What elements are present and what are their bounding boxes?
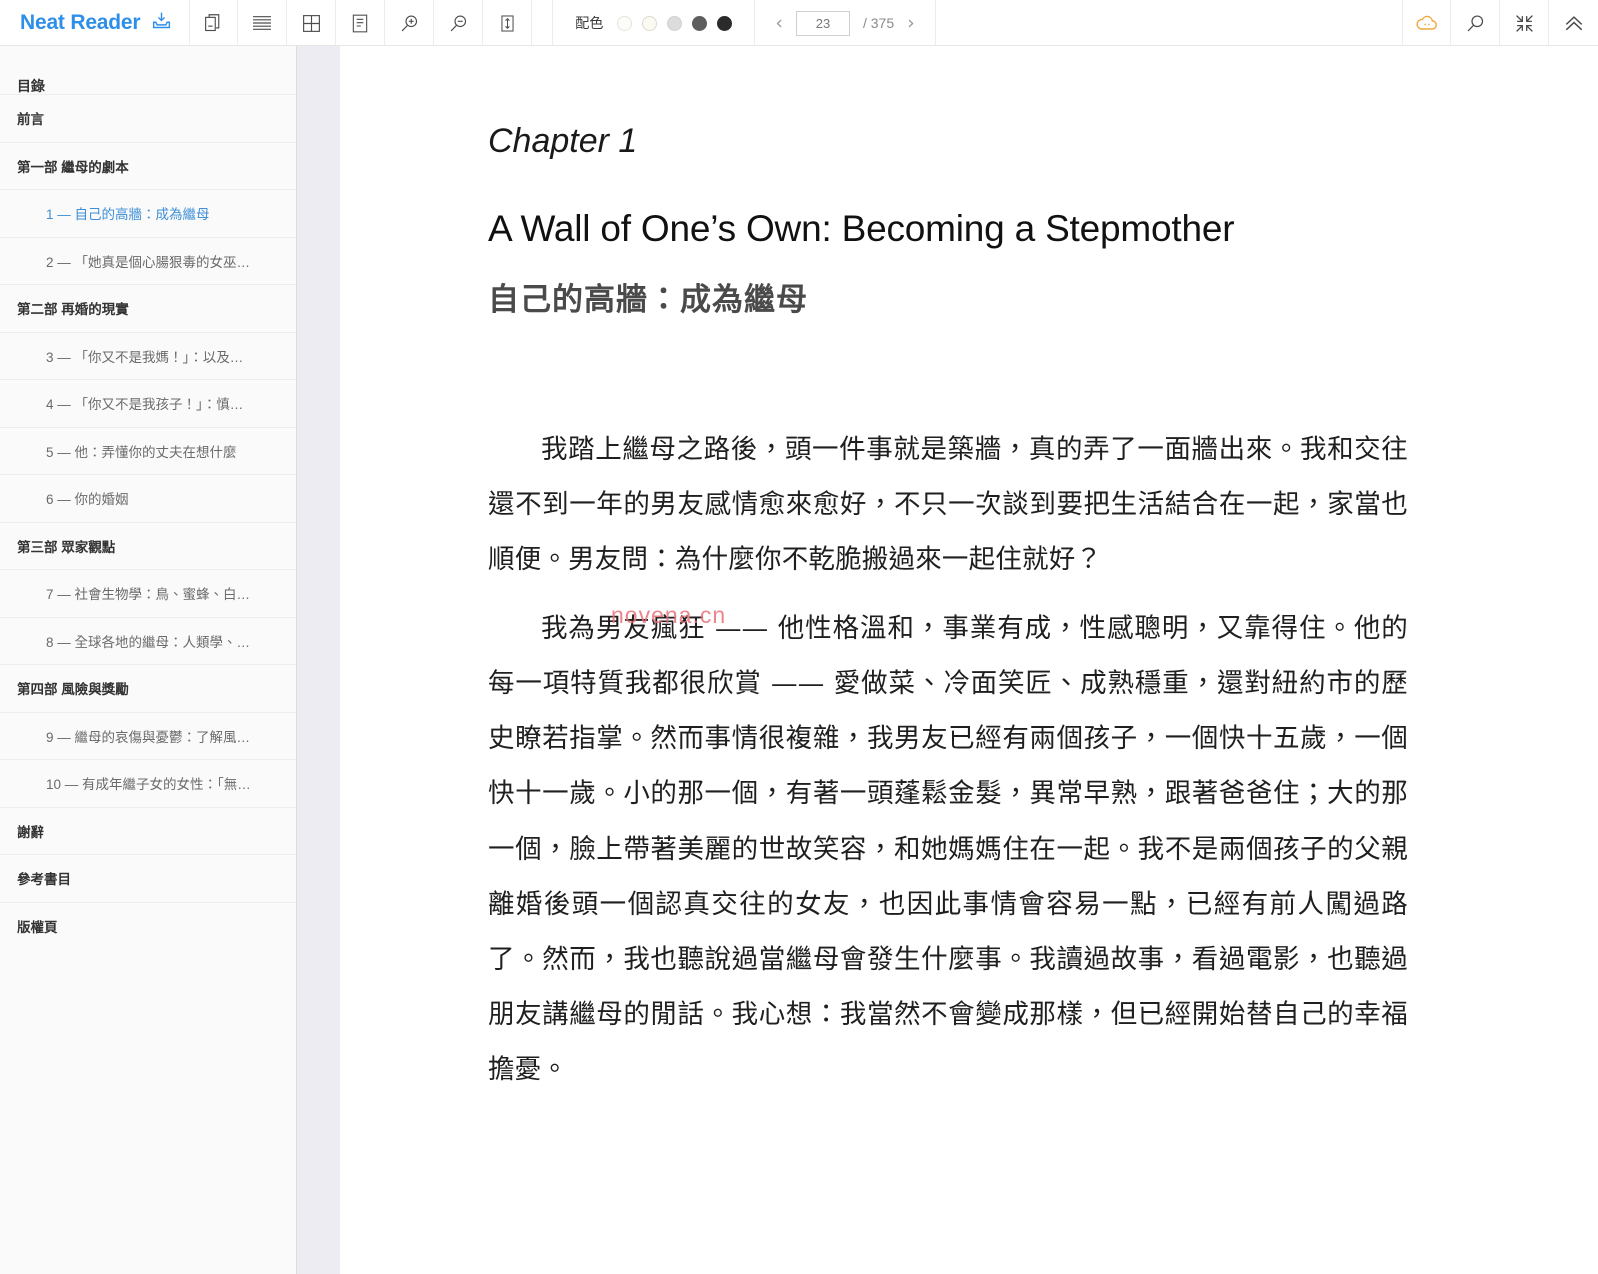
toc-item-label: 4 — 「你又不是我孩子！」：慎… bbox=[46, 397, 244, 413]
color-scheme-label: 配色 bbox=[575, 15, 604, 31]
table-of-contents-sidebar[interactable]: 目錄 前言第一部 繼母的劇本 1 — 自己的高牆：成為繼母 2 — 「她真是個心腸狠… bbox=[0, 46, 296, 1274]
prev-page-button[interactable]: ‹ bbox=[775, 13, 783, 33]
book-page: Chapter 1 A Wall of One’s Own: Becoming … bbox=[340, 46, 1598, 1097]
lines-icon[interactable] bbox=[238, 0, 288, 46]
download-icon[interactable] bbox=[151, 10, 172, 36]
page-number-input[interactable] bbox=[795, 10, 850, 36]
toc-item-label: 5 — 他：弄懂你的丈夫在想什麼 bbox=[46, 444, 237, 460]
scheme-swatch-5[interactable] bbox=[717, 15, 733, 31]
search-icon[interactable] bbox=[1451, 0, 1500, 46]
toc-item-label: 第四部 風險與獎勵 bbox=[17, 682, 129, 698]
toc-item[interactable]: 第三部 眾家觀點 bbox=[0, 521, 296, 570]
grid-layout-icon[interactable] bbox=[287, 0, 337, 46]
toc-item-label: 參考書目 bbox=[17, 872, 71, 888]
scheme-swatch-2[interactable] bbox=[642, 15, 658, 31]
toc-item[interactable]: 謝辭 bbox=[0, 806, 296, 855]
toc-item-label: 第三部 眾家觀點 bbox=[17, 539, 116, 555]
toc-item[interactable]: 5 — 他：弄懂你的丈夫在想什麼 bbox=[0, 426, 296, 475]
chevron-up-icon[interactable] bbox=[1549, 0, 1598, 46]
next-page-button[interactable]: › bbox=[907, 13, 915, 33]
toc-item-label: 6 — 你的婚姻 bbox=[46, 492, 129, 508]
scheme-swatch-4[interactable] bbox=[692, 15, 708, 31]
toolbar-icon-group bbox=[189, 0, 533, 46]
scheme-swatch-3[interactable] bbox=[667, 15, 683, 31]
toc-item-label: 9 — 繼母的哀傷與憂鬱：了解風… bbox=[46, 729, 251, 745]
toc-item[interactable]: 4 — 「你又不是我孩子！」：慎… bbox=[0, 379, 296, 427]
reader-content-pane: Chapter 1 A Wall of One’s Own: Becoming … bbox=[340, 46, 1598, 1274]
toc-item[interactable]: 9 — 繼母的哀傷與憂鬱：了解風… bbox=[0, 711, 296, 760]
toolbar-right-group bbox=[1402, 0, 1598, 46]
toc-item-label: 7 — 社會生物學：鳥、蜜蜂、白… bbox=[46, 587, 251, 603]
toc-item[interactable]: 參考書目 bbox=[0, 854, 296, 902]
page-total-label: / 375 bbox=[862, 15, 895, 31]
top-toolbar: Neat Reader 配色 ‹ 23 / 375 › bbox=[0, 0, 1598, 46]
color-scheme-group: 配色 bbox=[552, 0, 756, 46]
body-paragraph: 我為男友瘋狂 —— 他性格溫和，事業有成，性感聰明，又靠得住。他的每一項特質我都… bbox=[488, 613, 1408, 1085]
toc-item-label: 2 — 「她真是個心腸狠毒的女巫… bbox=[46, 254, 251, 270]
toc-item-label: 謝辭 bbox=[17, 824, 44, 840]
toc-heading: 目錄 bbox=[17, 78, 45, 94]
toc-item[interactable]: 10 — 有成年繼子女的女性：「無… bbox=[0, 759, 296, 807]
zoom-out-icon[interactable] bbox=[434, 0, 484, 46]
chapter-title-english: A Wall of One’s Own: Becoming a Stepmoth… bbox=[488, 208, 1235, 249]
toc-item-label: 8 — 全球各地的繼母：人類學、… bbox=[46, 634, 251, 650]
toc-list: 前言第一部 繼母的劇本 1 — 自己的高牆：成為繼母 2 — 「她真是個心腸狠毒的女… bbox=[0, 94, 296, 949]
note-icon[interactable] bbox=[336, 0, 386, 46]
toc-item-label: 第一部 繼母的劇本 bbox=[17, 159, 129, 175]
brand: Neat Reader bbox=[0, 0, 189, 46]
shrink-icon[interactable] bbox=[1500, 0, 1549, 46]
toc-item-label: 1 — 自己的高牆：成為繼母 bbox=[46, 207, 210, 223]
body-paragraph: 我踏上繼母之路後，頭一件事就是築牆，真的弄了一面牆出來。我和交往還不到一年的男友… bbox=[488, 433, 1408, 575]
chapter-label: Chapter 1 bbox=[488, 122, 638, 160]
scheme-swatch-1[interactable] bbox=[617, 15, 633, 31]
zoom-in-icon[interactable] bbox=[385, 0, 435, 46]
toc-item-label: 10 — 有成年繼子女的女性：「無… bbox=[46, 777, 251, 793]
toc-item[interactable]: 第四部 風險與獎勵 bbox=[0, 664, 296, 712]
toc-item[interactable]: 第二部 再婚的現實 bbox=[0, 284, 296, 332]
toc-item[interactable]: 2 — 「她真是個心腸狠毒的女巫… bbox=[0, 236, 296, 285]
toc-item[interactable]: 版權頁 bbox=[0, 901, 296, 950]
toc-item[interactable]: 3 — 「你又不是我媽！」：以及… bbox=[0, 331, 296, 380]
toc-item[interactable]: 8 — 全球各地的繼母：人類學、… bbox=[0, 616, 296, 665]
toc-item[interactable]: 6 — 你的婚姻 bbox=[0, 474, 296, 522]
chapter-title-chinese: 自己的高牆：成為繼母 bbox=[488, 282, 808, 319]
toc-item-label: 第二部 再婚的現實 bbox=[17, 302, 129, 318]
line-height-icon[interactable] bbox=[483, 0, 533, 46]
toc-item[interactable]: 7 — 社會生物學：鳥、蜜蜂、白… bbox=[0, 569, 296, 617]
cloud-sync-icon[interactable] bbox=[1402, 0, 1451, 46]
toc-item-label: 3 — 「你又不是我媽！」：以及… bbox=[46, 349, 244, 365]
toc-item[interactable]: 第一部 繼母的劇本 bbox=[0, 141, 296, 190]
toc-item-label: 版權頁 bbox=[17, 919, 58, 935]
toc-item-label: 前言 bbox=[17, 112, 44, 128]
toc-item-active[interactable]: 1 — 自己的高牆：成為繼母 bbox=[0, 189, 296, 237]
copy-pages-icon[interactable] bbox=[189, 0, 239, 46]
toc-item[interactable]: 前言 bbox=[0, 94, 296, 142]
page-navigator: ‹ / 375 › bbox=[755, 0, 936, 46]
sidebar-gutter bbox=[296, 46, 340, 1274]
app-title: Neat Reader bbox=[20, 11, 141, 34]
